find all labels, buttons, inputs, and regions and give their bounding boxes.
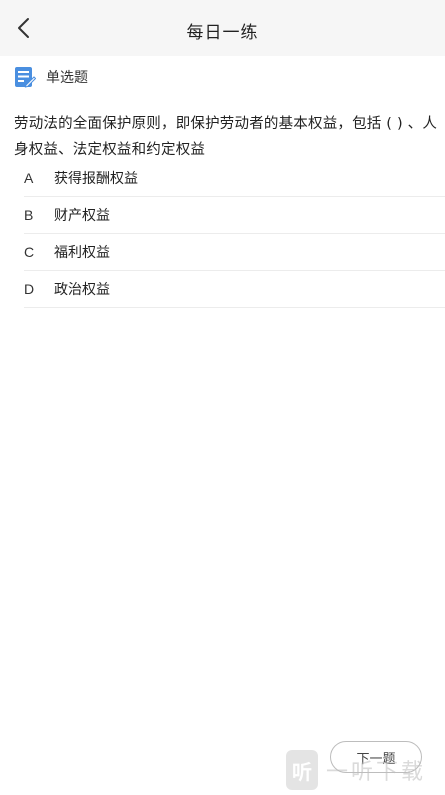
option-letter: D [24,281,35,297]
options-list: A 获得报酬权益 B 财产权益 C 福利权益 D 政治权益 [24,160,445,308]
page-title: 每日一练 [186,23,259,43]
question-text: 劳动法的全面保护原则，即保护劳动者的基本权益，包括 ( ) 、人身权益、法定权益… [14,116,438,158]
option-text: 福利权益 [54,245,110,261]
app-screen: 每日一练 单选题 劳动法的全面保护原则，即保护劳动者的基本权益，包括 ( ) 、… [0,0,445,795]
question-type-row: 单选题 [14,64,88,90]
option-text: 财产权益 [54,208,110,224]
edit-document-icon [15,67,36,88]
option-d[interactable]: D 政治权益 [24,271,445,308]
option-text: 政治权益 [54,282,110,298]
option-letter: C [24,244,35,260]
top-nav-bar: 每日一练 [0,0,445,56]
question-type-label: 单选题 [46,70,88,86]
option-letter: B [24,207,34,223]
option-letter: A [24,170,34,186]
option-a[interactable]: A 获得报酬权益 [24,160,445,197]
option-text: 获得报酬权益 [54,171,138,187]
watermark-logo: 听 [286,750,318,790]
option-c[interactable]: C 福利权益 [24,234,445,271]
option-b[interactable]: B 财产权益 [24,197,445,234]
next-question-button[interactable]: 下一题 [330,741,422,773]
